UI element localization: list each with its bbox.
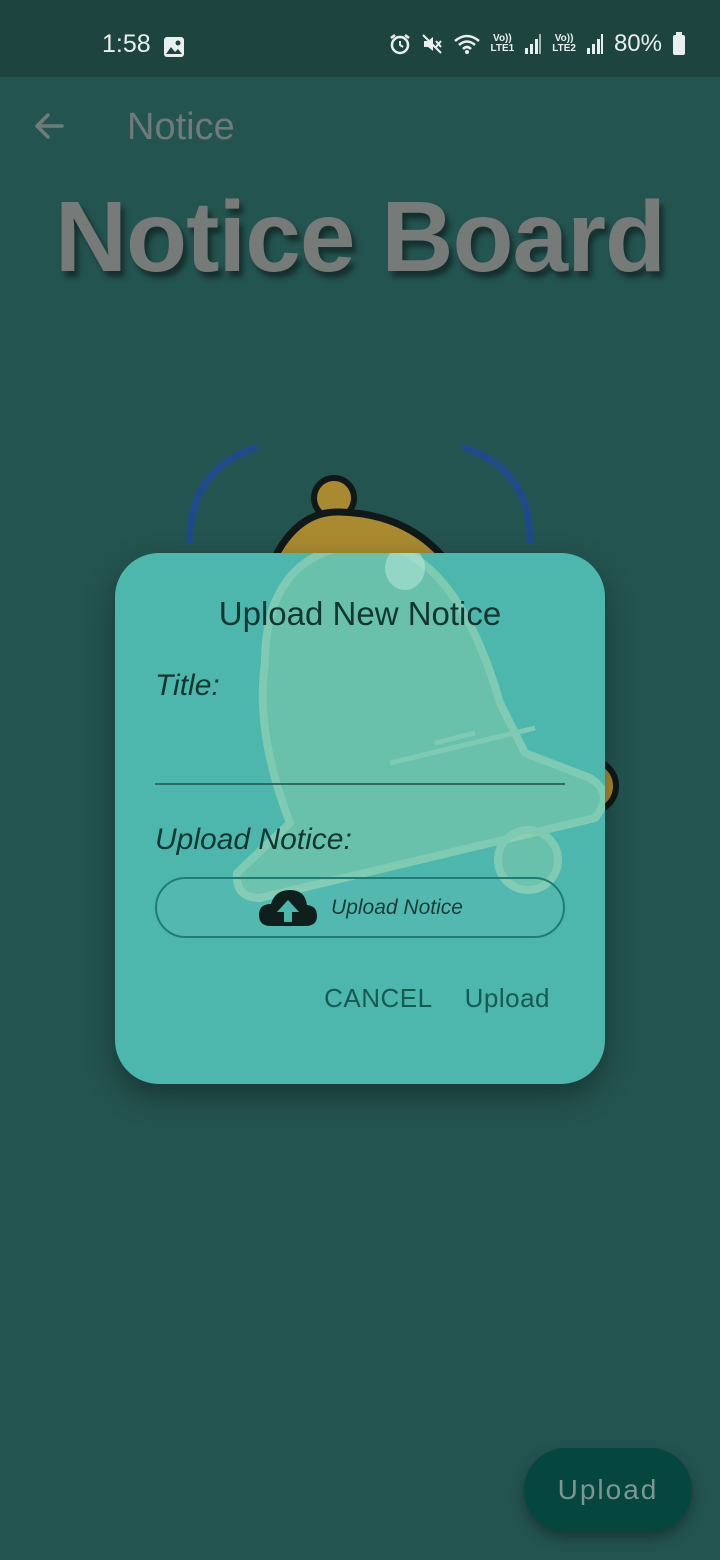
upload-button[interactable]: Upload — [465, 983, 550, 1014]
app-bar — [0, 77, 720, 177]
battery-icon — [673, 32, 685, 55]
upload-field-label: Upload Notice: — [155, 823, 352, 856]
sim1-label: Vo)) LTE1 — [490, 33, 515, 54]
status-icons: Vo)) LTE1 Vo)) LTE2 80% — [389, 30, 686, 58]
app-bar-title: Notice — [127, 106, 235, 148]
signal-icon — [586, 34, 603, 54]
upload-notice-dialog: Upload New Notice Title: Upload Notice: … — [115, 553, 605, 1084]
cancel-button[interactable]: CANCEL — [324, 983, 432, 1014]
status-bar: 1:58 Vo)) LTE1 Vo)) LTE2 80% — [0, 0, 720, 77]
back-arrow-icon[interactable] — [30, 106, 70, 146]
sim2-label: Vo)) LTE2 — [552, 33, 576, 54]
signal-icon — [525, 34, 542, 54]
battery-percent: 80% — [613, 30, 662, 57]
upload-fab-button[interactable]: Upload — [524, 1448, 692, 1532]
cloud-upload-icon — [259, 889, 318, 926]
notice-board-heading: Notice Board — [54, 181, 666, 293]
dialog-title: Upload New Notice — [218, 595, 502, 632]
alarm-icon — [389, 34, 410, 55]
mute-icon — [421, 34, 442, 54]
status-time: 1:58 — [102, 30, 151, 58]
dialog-actions: CANCEL Upload — [324, 983, 550, 1014]
title-input[interactable] — [155, 733, 565, 785]
wifi-icon — [453, 34, 480, 54]
upload-notice-button-label: Upload Notice — [331, 895, 463, 919]
gallery-icon — [164, 37, 184, 57]
upload-notice-file-button[interactable]: Upload Notice — [155, 877, 565, 938]
title-field-label: Title: — [155, 669, 220, 702]
